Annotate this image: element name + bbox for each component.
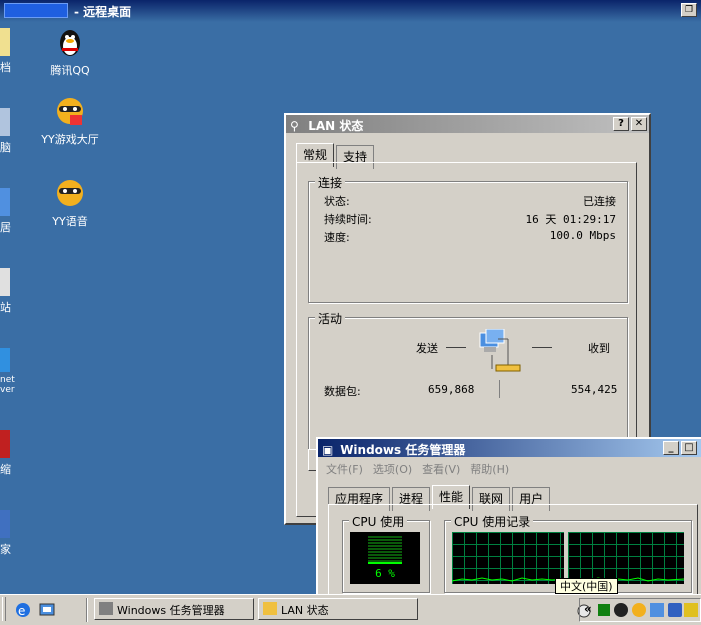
taskbar-item-lan-status[interactable]: LAN 状态 bbox=[258, 598, 418, 620]
group-legend: 连接 bbox=[315, 174, 346, 191]
lan-titlebar: ⚲ LAN 状态 ? ✕ bbox=[286, 115, 649, 133]
desktop-edge-icon[interactable]: 站 bbox=[0, 268, 18, 315]
taskbar-item-task-manager[interactable]: Windows 任务管理器 bbox=[94, 598, 254, 620]
desktop-edge-icon[interactable]: net ver bbox=[0, 348, 18, 395]
connection-group: 连接 bbox=[308, 174, 628, 303]
help-button[interactable]: ? bbox=[613, 117, 629, 131]
task-manager-window: ▣ Windows 任务管理器 _ □ 文件(F) 选项(O) 查看(V) 帮助… bbox=[316, 437, 701, 599]
desktop-icon-label: YY游戏大厅 bbox=[41, 133, 99, 146]
tray-icon-security[interactable] bbox=[668, 603, 682, 617]
duration-label: 持续时间: bbox=[324, 213, 372, 226]
network-icon: ⚲ bbox=[290, 119, 299, 133]
tray-icon-shield[interactable] bbox=[684, 603, 698, 617]
menu-help[interactable]: 帮助(H) bbox=[470, 461, 509, 477]
tray-icon-yy[interactable] bbox=[632, 603, 646, 617]
status-label: 状态: bbox=[324, 195, 350, 208]
packets-label: 数据包: bbox=[324, 385, 361, 398]
window-title: LAN 状态 bbox=[308, 119, 364, 133]
yy-mascot-icon bbox=[54, 95, 86, 127]
speed-label: 速度: bbox=[324, 231, 350, 244]
desktop-edge-icon[interactable]: 脑 bbox=[0, 108, 18, 155]
monitor-icon bbox=[99, 602, 113, 615]
close-button[interactable]: ✕ bbox=[631, 117, 647, 131]
tray-icon-qq[interactable] bbox=[614, 603, 628, 617]
minimize-button[interactable]: _ bbox=[663, 441, 679, 455]
desktop-edge-icon[interactable]: 居 bbox=[0, 188, 18, 235]
menu-bar: 文件(F) 选项(O) 查看(V) 帮助(H) bbox=[326, 461, 509, 477]
cpu-level-bars bbox=[368, 536, 402, 564]
received-label: 收到 bbox=[588, 342, 610, 355]
taskmgr-titlebar: ▣ Windows 任务管理器 _ □ bbox=[318, 439, 701, 457]
desktop-icon-yy-game[interactable]: YY游戏大厅 bbox=[30, 95, 110, 147]
group-legend: CPU 使用 bbox=[349, 513, 408, 530]
network-icon bbox=[263, 602, 277, 615]
cpu-level-fill bbox=[368, 562, 402, 564]
desktop-edge-icon[interactable]: 缩 bbox=[0, 430, 18, 477]
desktop-icon-label: YY语音 bbox=[52, 215, 88, 228]
ie-icon[interactable]: e bbox=[14, 601, 32, 622]
taskbar: e Windows 任务管理器 LAN 状态 « bbox=[0, 594, 701, 625]
desktop-icon-label: 腾讯QQ bbox=[50, 64, 90, 77]
remote-desktop-title: - 远程桌面 bbox=[74, 5, 132, 19]
group-legend: 活动 bbox=[315, 310, 346, 327]
group-legend: CPU 使用记录 bbox=[451, 513, 534, 530]
menu-view[interactable]: 查看(V) bbox=[422, 461, 460, 477]
network-computers-icon bbox=[478, 328, 526, 384]
show-desktop-icon[interactable] bbox=[38, 601, 56, 622]
remote-host-name bbox=[4, 3, 68, 18]
system-tray: « bbox=[579, 598, 701, 622]
restore-button[interactable]: ❐ bbox=[681, 3, 697, 17]
desktop-icon-qq[interactable]: 腾讯QQ bbox=[30, 26, 110, 78]
duration-value: 16 天 01:29:17 bbox=[525, 213, 616, 226]
tray-expand-chevron[interactable]: « bbox=[584, 602, 592, 616]
window-title: Windows 任务管理器 bbox=[340, 443, 466, 457]
desktop-edge-icon[interactable]: 档 bbox=[0, 28, 18, 75]
desktop-edge-icon[interactable]: 家 bbox=[0, 510, 18, 557]
menu-file[interactable]: 文件(F) bbox=[326, 461, 363, 477]
yy-mascot-icon bbox=[54, 177, 86, 209]
status-value: 已连接 bbox=[583, 195, 616, 208]
desktop-icon-yy-voice[interactable]: YY语音 bbox=[30, 177, 110, 229]
tray-icon-network[interactable] bbox=[650, 603, 664, 617]
cpu-history-graph-1 bbox=[452, 532, 564, 584]
speed-value: 100.0 Mbps bbox=[549, 229, 616, 242]
remote-desktop-bar: - 远程桌面 ❐ bbox=[0, 0, 701, 22]
menu-options[interactable]: 选项(O) bbox=[373, 461, 412, 477]
monitor-icon: ▣ bbox=[322, 443, 334, 457]
cpu-history-graph-2 bbox=[568, 532, 684, 584]
cpu-usage-value: 6 % bbox=[375, 567, 395, 580]
start-button-edge[interactable] bbox=[2, 597, 6, 621]
ime-tooltip: 中文(中国) bbox=[555, 578, 618, 594]
packets-received-value: 554,425 bbox=[571, 383, 618, 396]
maximize-button[interactable]: □ bbox=[681, 441, 697, 455]
penguin-icon bbox=[54, 26, 86, 58]
tray-icon-green[interactable] bbox=[598, 604, 610, 616]
sent-label: 发送 bbox=[416, 342, 438, 355]
packets-sent-value: 659,868 bbox=[428, 383, 475, 396]
svg-text:e: e bbox=[18, 604, 25, 618]
cpu-usage-meter: 6 % bbox=[350, 532, 420, 584]
